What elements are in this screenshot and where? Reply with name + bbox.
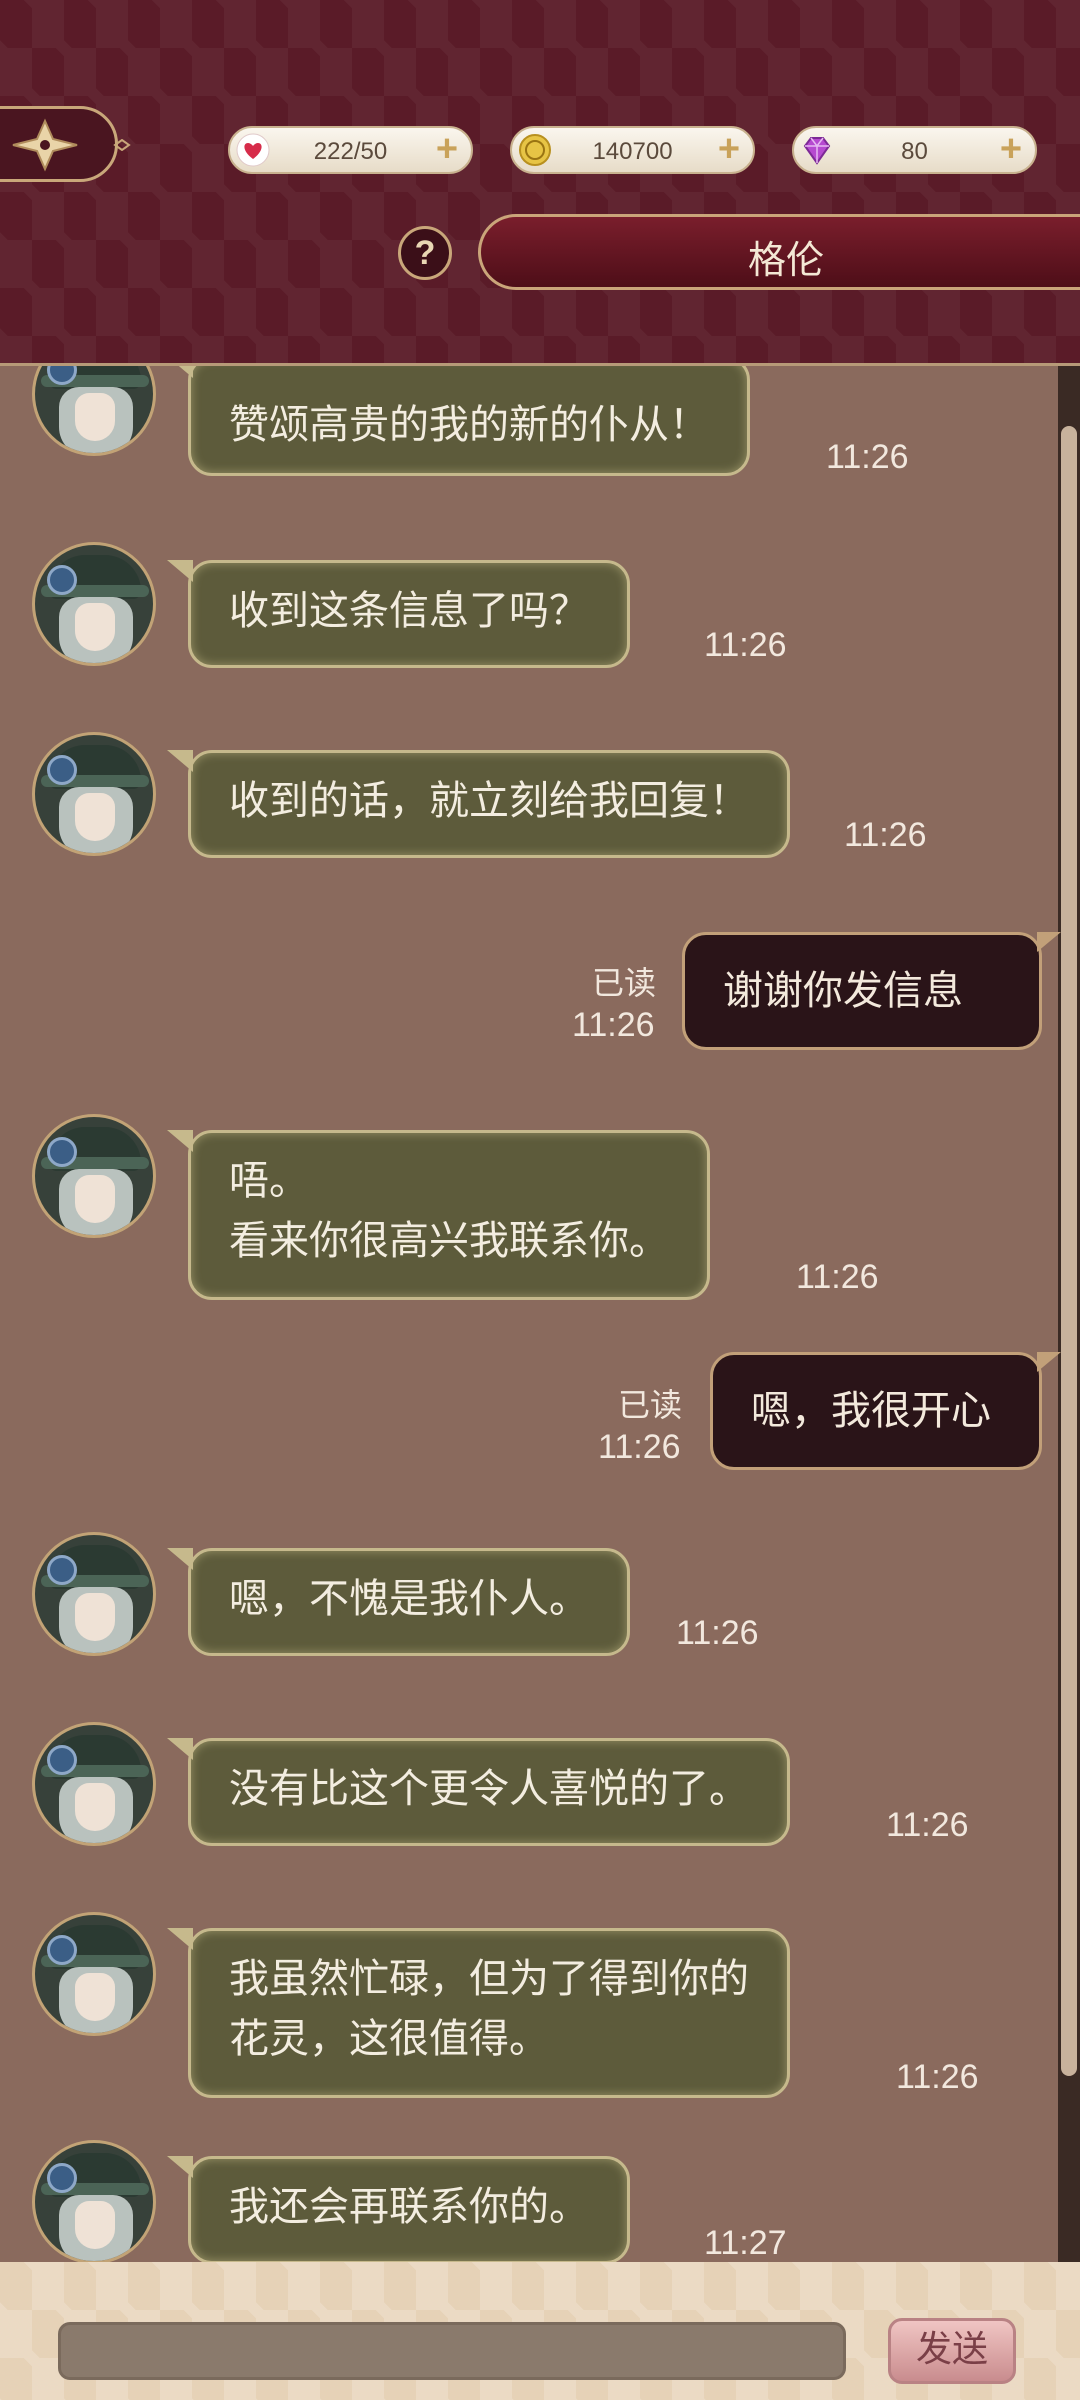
incoming-message-bubble: 没有比这个更令人喜悦的了。 <box>167 1738 790 1846</box>
message-line: 唔。 <box>229 1158 309 1204</box>
add-coins-button[interactable]: + <box>713 130 745 168</box>
contact-avatar[interactable] <box>32 1532 156 1656</box>
incoming-message-bubble: 我虽然忙碌，但为了得到你的 花灵，这很值得。 <box>167 1928 790 2098</box>
outgoing-message-bubble: 嗯，我很开心 <box>710 1352 1061 1470</box>
incoming-message-bubble: 赞颂高贵的我的新的仆从！ <box>167 366 750 476</box>
contact-avatar[interactable] <box>32 2140 156 2262</box>
help-button[interactable]: ? <box>398 226 452 280</box>
message-text: 我还会再联系你的。 <box>229 2184 589 2230</box>
message-line: 花灵，这很值得。 <box>229 2016 549 2062</box>
add-hearts-button[interactable]: + <box>431 130 463 168</box>
message-time: 11:26 <box>676 1614 759 1652</box>
message-text: 收到的话，就立刻给我回复！ <box>229 778 749 824</box>
contact-avatar[interactable] <box>32 1912 156 2036</box>
message-time: 11:26 <box>844 816 927 854</box>
message-text: 谢谢你发信息 <box>723 968 963 1014</box>
message-time: 11:26 <box>896 2058 979 2096</box>
message-time: 11:26 <box>796 1258 879 1296</box>
chat-area[interactable]: 赞颂高贵的我的新的仆从！ 11:26 收到这条信息了吗？ 11:26 收到的话，… <box>0 366 1080 2262</box>
contact-avatar[interactable] <box>32 366 156 456</box>
contact-name: 格伦 <box>747 238 824 282</box>
message-line: 我虽然忙碌，但为了得到你的 <box>229 1956 749 2002</box>
read-receipt: 已读 <box>592 964 657 1002</box>
hearts-value: 222/50 <box>313 138 388 165</box>
incoming-message-bubble: 收到的话，就立刻给我回复！ <box>167 750 790 858</box>
message-line: 看来你很高兴我联系你。 <box>229 1218 669 1264</box>
menu-button[interactable] <box>0 106 118 182</box>
message-time: 11:26 <box>826 438 909 476</box>
message-time: 11:26 <box>704 626 787 664</box>
message-time: 11:26 <box>598 1428 681 1466</box>
incoming-message-bubble: 嗯，不愧是我仆人。 <box>167 1548 630 1656</box>
outgoing-message-bubble: 谢谢你发信息 <box>682 932 1061 1050</box>
contact-avatar[interactable] <box>32 542 156 666</box>
message-text: 赞颂高贵的我的新的仆从！ <box>229 402 709 448</box>
incoming-message-bubble: 我还会再联系你的。 <box>167 2156 630 2262</box>
message-text: 收到这条信息了吗？ <box>229 588 589 634</box>
contact-name-bar: 格伦 <box>478 214 1080 290</box>
coins-counter: 140700 + <box>510 126 755 174</box>
ornament-menu-icon <box>12 118 78 172</box>
message-time: 11:27 <box>704 2224 787 2262</box>
scrollbar-thumb[interactable] <box>1061 426 1077 2076</box>
ornament-tail-icon <box>113 139 131 151</box>
message-text: 嗯，不愧是我仆人。 <box>229 1576 589 1622</box>
incoming-message-bubble: 唔。 看来你很高兴我联系你。 <box>167 1130 710 1300</box>
message-text: 没有比这个更令人喜悦的了。 <box>229 1766 749 1812</box>
header-bar: 222/50 + 140700 + 80 + ? 格伦 <box>0 0 1080 366</box>
contact-avatar[interactable] <box>32 1722 156 1846</box>
read-receipt: 已读 <box>618 1386 683 1424</box>
hearts-counter: 222/50 + <box>228 126 473 174</box>
coins-value: 140700 <box>592 138 673 165</box>
send-button[interactable]: 发送 <box>888 2318 1016 2384</box>
incoming-message-bubble: 收到这条信息了吗？ <box>167 560 630 668</box>
gems-counter: 80 + <box>792 126 1037 174</box>
message-input[interactable] <box>58 2322 846 2380</box>
message-text: 嗯，我很开心 <box>751 1388 991 1434</box>
message-time: 11:26 <box>572 1006 655 1044</box>
gems-value: 80 <box>901 138 928 165</box>
heart-icon <box>236 133 270 167</box>
contact-avatar[interactable] <box>32 732 156 856</box>
gem-icon <box>803 137 831 165</box>
add-gems-button[interactable]: + <box>995 130 1027 168</box>
contact-avatar[interactable] <box>32 1114 156 1238</box>
message-input-bar: 发送 <box>0 2262 1080 2400</box>
message-time: 11:26 <box>886 1806 969 1844</box>
coin-icon <box>519 134 551 166</box>
